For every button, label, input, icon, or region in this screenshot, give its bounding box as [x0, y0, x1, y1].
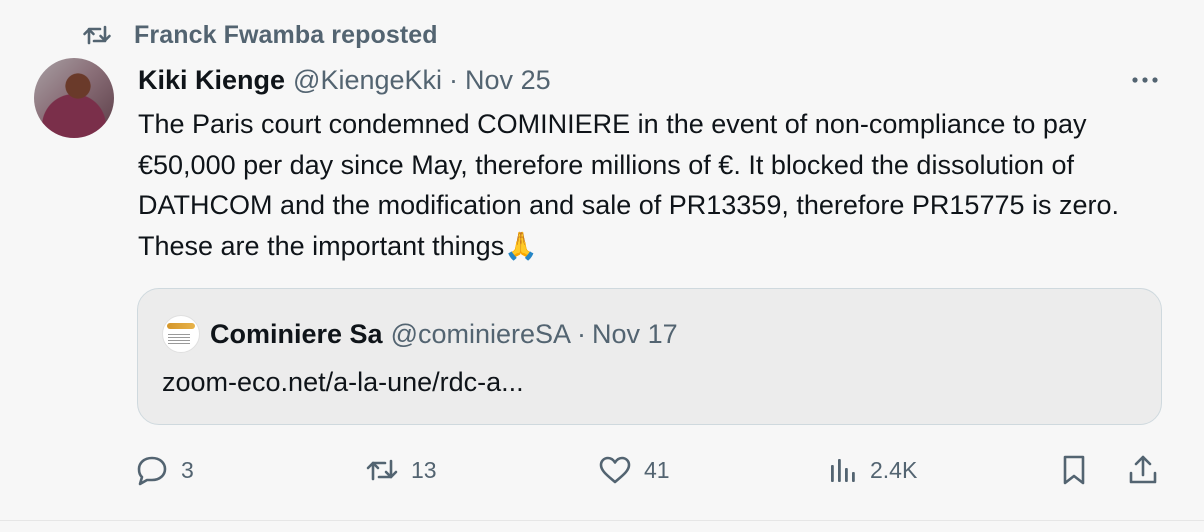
post-text: The Paris court condemned COMINIERE in t…: [138, 109, 1120, 261]
post-header: Kiki Kienge @KiengeKki · Nov 25: [138, 62, 551, 98]
repost-label[interactable]: Franck Fwamba reposted: [134, 21, 438, 50]
author-handle[interactable]: @KiengeKki: [293, 65, 442, 96]
reply-count: 3: [181, 456, 194, 483]
bookmark-icon: [1060, 453, 1088, 487]
repost-button[interactable]: 13: [365, 450, 437, 490]
view-count: 2.4K: [870, 456, 918, 483]
quoted-author-handle: @cominiereSA: [390, 318, 572, 349]
quoted-post-date: Nov 17: [592, 318, 678, 349]
repost-count: 13: [411, 456, 437, 483]
action-bar: 3 13 41 2.4K: [135, 450, 1165, 490]
share-icon: [1127, 453, 1159, 487]
more-options-button[interactable]: [1128, 66, 1162, 94]
heart-icon: [598, 455, 632, 485]
more-icon: [1131, 76, 1159, 84]
separator-dot: ·: [449, 64, 459, 95]
reply-icon: [135, 454, 169, 486]
share-button[interactable]: [1127, 450, 1159, 490]
author-name[interactable]: Kiki Kienge: [138, 65, 285, 96]
author-avatar[interactable]: [34, 58, 114, 138]
quoted-link-text[interactable]: zoom-eco.net/a-la-une/rdc-a...: [162, 367, 524, 398]
quoted-author-avatar: [162, 315, 200, 353]
reply-button[interactable]: 3: [135, 450, 194, 490]
like-button[interactable]: 41: [598, 450, 670, 490]
analytics-icon: [828, 455, 858, 485]
tweet-card[interactable]: Franck Fwamba reposted Kiki Kienge @Kien…: [0, 0, 1204, 521]
repost-context: Franck Fwamba reposted: [80, 18, 438, 52]
like-count: 41: [644, 456, 670, 483]
views-button[interactable]: 2.4K: [828, 450, 917, 490]
bookmark-button[interactable]: [1060, 450, 1088, 490]
repost-icon: [80, 18, 114, 52]
quoted-author-name: Cominiere Sa: [210, 318, 383, 349]
repost-icon: [365, 456, 399, 484]
quoted-tweet-header: Cominiere Sa @cominiereSA · Nov 17: [162, 315, 678, 353]
separator-dot: ·: [577, 318, 587, 349]
quoted-tweet[interactable]: Cominiere Sa @cominiereSA · Nov 17 zoom-…: [137, 288, 1162, 425]
post-date[interactable]: Nov 25: [465, 65, 551, 96]
